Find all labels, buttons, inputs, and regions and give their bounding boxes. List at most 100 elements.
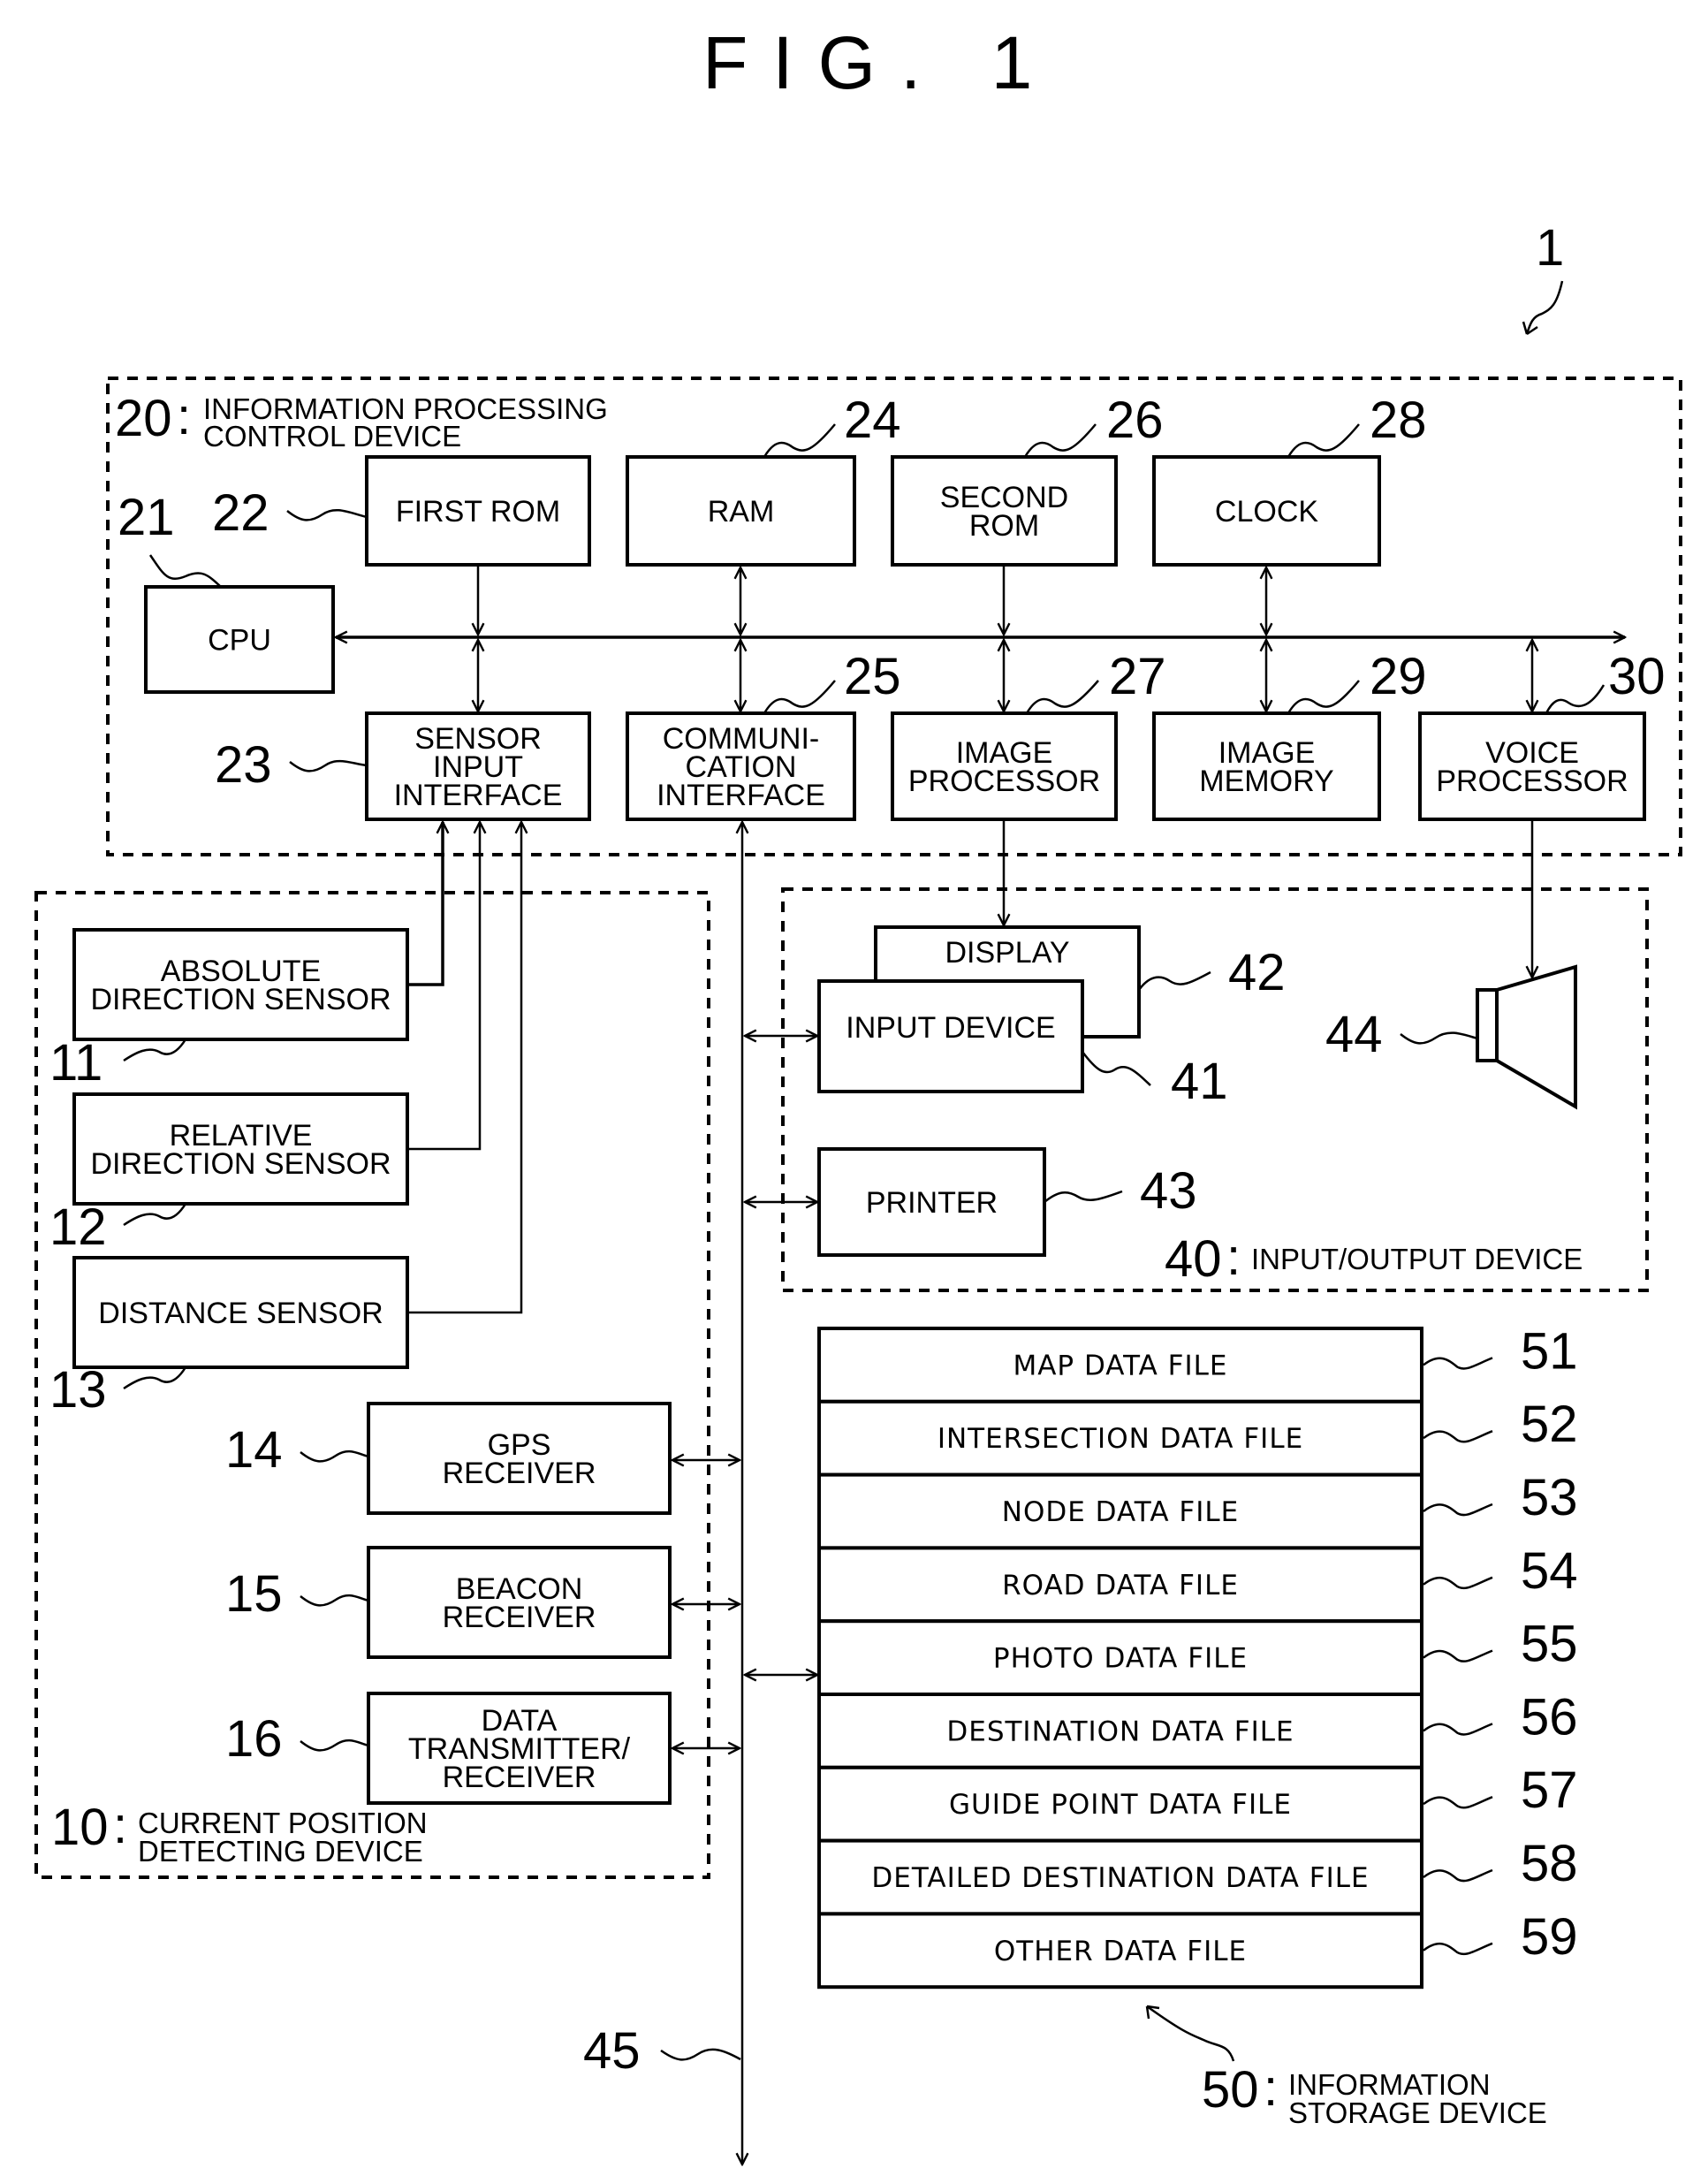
clock-ref: 28	[1287, 392, 1427, 458]
ref-leader	[763, 423, 836, 458]
second-rom-block: SECONDROM	[891, 455, 1118, 567]
gps-block: GPSRECEIVER	[367, 1402, 672, 1515]
input-device-block: INPUT DEVICE	[817, 979, 1084, 1093]
ref-number: 41	[1171, 1053, 1228, 1110]
ref-leader	[1082, 1051, 1151, 1086]
beacon-label: RECEIVER	[443, 1601, 596, 1634]
ref-number: 42	[1228, 944, 1286, 1001]
ref-number: 27	[1109, 648, 1166, 705]
system-ref-leader	[1522, 280, 1564, 336]
ref-number: 43	[1140, 1162, 1197, 1220]
ref-number: 29	[1370, 648, 1427, 705]
ref-leader	[1023, 423, 1097, 458]
voice-proc-ref: 30	[1545, 648, 1666, 714]
ref-leader	[1287, 680, 1360, 714]
image-mem-ref: 29	[1287, 648, 1427, 714]
ref-number: 16	[225, 1710, 283, 1768]
ram-label: RAM	[708, 495, 775, 529]
abs-sensor-wire	[407, 822, 443, 986]
file-row: DETAILED DESTINATION DATA FILE 58	[817, 1835, 1578, 1916]
abs-sensor-label: DIRECTION SENSOR	[90, 983, 391, 1016]
voice-proc-label: PROCESSOR	[1436, 765, 1628, 798]
file-ref-leader	[1423, 1576, 1493, 1590]
data-tx-label: RECEIVER	[443, 1761, 596, 1794]
speaker-ref: 44	[1325, 1006, 1478, 1063]
group-40-text-1: INPUT/OUTPUT DEVICE	[1251, 1243, 1583, 1275]
group-50-leader	[1145, 2005, 1235, 2062]
ref-leader	[1137, 970, 1211, 991]
ref-leader	[1044, 1190, 1123, 1203]
file-ref-leader	[1423, 1503, 1493, 1517]
dist-sensor-wire	[407, 822, 521, 1314]
ref-leader	[286, 508, 368, 521]
file-ref-number: 59	[1521, 1908, 1578, 1966]
sensor-if-ref: 23	[215, 736, 368, 794]
second-rom-label: ROM	[969, 509, 1039, 543]
file-ref-number: 57	[1521, 1761, 1578, 1819]
clock-label: CLOCK	[1215, 495, 1318, 529]
image-proc-ref: 27	[1025, 648, 1166, 714]
file-row: INTERSECTION DATA FILE 52	[817, 1396, 1578, 1477]
input-device-label: INPUT DEVICE	[846, 1011, 1055, 1045]
group-50-label: 50 : INFORMATION STORAGE DEVICE	[1145, 2005, 1547, 2129]
group-50-ref: 50	[1202, 2061, 1259, 2119]
image-proc-block: IMAGEPROCESSOR	[891, 711, 1118, 821]
system-ref-number: 1	[1536, 219, 1564, 277]
image-mem-block: IMAGEMEMORY	[1152, 711, 1381, 821]
ref-leader	[1400, 1031, 1478, 1045]
beacon-block: BEACONRECEIVER	[367, 1546, 672, 1659]
colon: :	[113, 1797, 127, 1854]
bus-ref: 45	[583, 2022, 741, 2080]
file-row-label: NODE DATA FILE	[1002, 1496, 1239, 1528]
file-ref-number: 55	[1521, 1616, 1578, 1673]
file-row: PHOTO DATA FILE 55	[817, 1616, 1578, 1696]
gps-ref: 14	[225, 1421, 369, 1479]
ref-leader	[300, 1739, 369, 1752]
first-rom-label: FIRST ROM	[396, 495, 560, 529]
group-20-text-2: CONTROL DEVICE	[203, 420, 461, 453]
display-label: DISPLAY	[945, 936, 1069, 970]
gps-label: RECEIVER	[443, 1457, 596, 1490]
sensor-if-block: SENSORINPUTINTERFACE	[365, 711, 591, 821]
data-tx-ref: 16	[225, 1710, 369, 1768]
file-row-label: INTERSECTION DATA FILE	[938, 1423, 1303, 1455]
file-row-label: OTHER DATA FILE	[994, 1936, 1247, 1967]
ref-leader	[1025, 680, 1099, 714]
printer-ref: 43	[1044, 1162, 1197, 1220]
ref-leader	[123, 1203, 187, 1227]
file-row: GUIDE POINT DATA FILE 57	[817, 1761, 1578, 1843]
ref-number: 45	[583, 2022, 641, 2080]
ref-number: 44	[1325, 1006, 1383, 1063]
file-row: NODE DATA FILE 53	[817, 1469, 1578, 1550]
ref-leader	[1287, 423, 1360, 458]
group-50-text-2: STORAGE DEVICE	[1288, 2096, 1547, 2129]
file-row-label: PHOTO DATA FILE	[993, 1643, 1248, 1675]
file-row-label: DESTINATION DATA FILE	[946, 1716, 1294, 1747]
file-row: OTHER DATA FILE 59	[817, 1908, 1578, 1990]
group-20-label: 20 : INFORMATION PROCESSING CONTROL DEVI…	[115, 388, 608, 453]
dist-sensor-label: DISTANCE SENSOR	[98, 1297, 383, 1330]
clock-block: CLOCK	[1152, 455, 1381, 567]
file-row: ROAD DATA FILE 54	[817, 1542, 1578, 1624]
file-ref-number: 58	[1521, 1835, 1578, 1892]
group-40-label: 40 : INPUT/OUTPUT DEVICE	[1165, 1229, 1583, 1288]
group-10-ref: 10	[51, 1799, 109, 1856]
group-10-label: 10 : CURRENT POSITION DETECTING DEVICE	[51, 1797, 428, 1868]
rel-sensor-ref: 12	[49, 1198, 187, 1256]
file-ref-number: 54	[1521, 1542, 1578, 1600]
cpu-label: CPU	[208, 624, 271, 658]
display-ref: 42	[1137, 944, 1286, 1001]
group-40-ref: 40	[1165, 1230, 1222, 1288]
data-tx-block: DATATRANSMITTER/RECEIVER	[367, 1692, 672, 1805]
ref-number: 11	[49, 1034, 102, 1092]
ref-number: 28	[1370, 392, 1427, 449]
ref-number: 12	[49, 1198, 107, 1256]
image-mem-label: MEMORY	[1199, 765, 1333, 798]
ref-leader	[660, 2048, 741, 2061]
file-ref-number: 51	[1521, 1322, 1578, 1380]
file-ref-number: 56	[1521, 1688, 1578, 1746]
ref-leader	[1545, 684, 1606, 714]
input-device-ref: 41	[1082, 1051, 1228, 1110]
ref-number: 22	[212, 484, 269, 542]
file-row-label: GUIDE POINT DATA FILE	[949, 1789, 1292, 1821]
